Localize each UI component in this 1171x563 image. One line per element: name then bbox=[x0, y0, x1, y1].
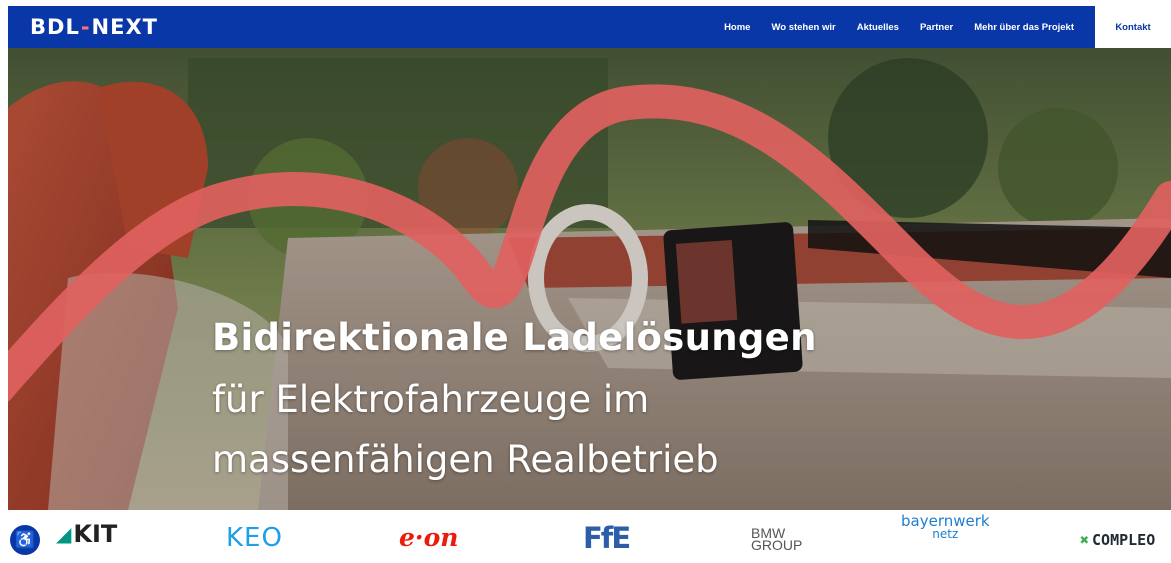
compleo-logo-text: COMPLEO bbox=[1092, 530, 1156, 549]
accessibility-icon[interactable]: ♿ bbox=[10, 525, 40, 555]
logo-part-ext: EXT bbox=[110, 15, 158, 39]
eon-logo[interactable]: e·on bbox=[399, 514, 458, 561]
nav-home[interactable]: Home bbox=[724, 22, 750, 33]
ffe-logo[interactable]: FfE bbox=[583, 514, 631, 561]
keo-logo[interactable]: KEO bbox=[226, 514, 283, 561]
bmw-line2: GROUP bbox=[751, 536, 803, 553]
hero-subtitle-line2: massenfähigen Realbetrieb bbox=[212, 438, 719, 481]
logo-dash: - bbox=[80, 15, 91, 39]
kontakt-button[interactable]: Kontakt bbox=[1095, 6, 1171, 48]
hero-subtitle: für Elektrofahrzeuge im massenfähigen Re… bbox=[212, 370, 912, 490]
logo-part-bdl: BDL bbox=[30, 15, 80, 39]
nav-partner[interactable]: Partner bbox=[920, 22, 953, 33]
bdl-next-logo[interactable]: BDL - N EXT bbox=[30, 15, 158, 39]
bayernwerk-line2: netz bbox=[932, 527, 959, 541]
kit-logo[interactable]: ◢ KIT bbox=[56, 510, 117, 557]
compleo-logo[interactable]: ✖ COMPLEO bbox=[1080, 516, 1155, 563]
kit-logo-text: KIT bbox=[73, 519, 118, 548]
main-nav: Home Wo stehen wir Aktuelles Partner Meh… bbox=[703, 6, 1074, 48]
nav-wo-stehen-wir[interactable]: Wo stehen wir bbox=[771, 22, 835, 33]
hero-title: Bidirektionale Ladelösungen bbox=[212, 316, 817, 359]
nav-mehr-ueber-das-projekt[interactable]: Mehr über das Projekt bbox=[974, 22, 1074, 33]
logo-part-n: N bbox=[91, 15, 111, 39]
kit-mark-icon: ◢ bbox=[56, 521, 72, 546]
bayernwerk-netz-logo[interactable]: bayernwerk netz bbox=[901, 514, 990, 562]
hero-subtitle-line1: für Elektrofahrzeuge im bbox=[212, 378, 650, 421]
compleo-plug-icon: ✖ bbox=[1080, 530, 1090, 549]
partner-logo-strip: ♿ ◢ KIT KEO e·on FfE BMW GROUP bayernwer… bbox=[0, 510, 1171, 557]
nav-aktuelles[interactable]: Aktuelles bbox=[857, 22, 899, 33]
hero-banner: Bidirektionale Ladelösungen für Elektrof… bbox=[8, 48, 1171, 510]
bmw-group-logo[interactable]: BMW GROUP bbox=[751, 515, 802, 562]
top-navigation-bar: BDL - N EXT Home Wo stehen wir Aktuelles Pa… bbox=[8, 6, 1171, 48]
